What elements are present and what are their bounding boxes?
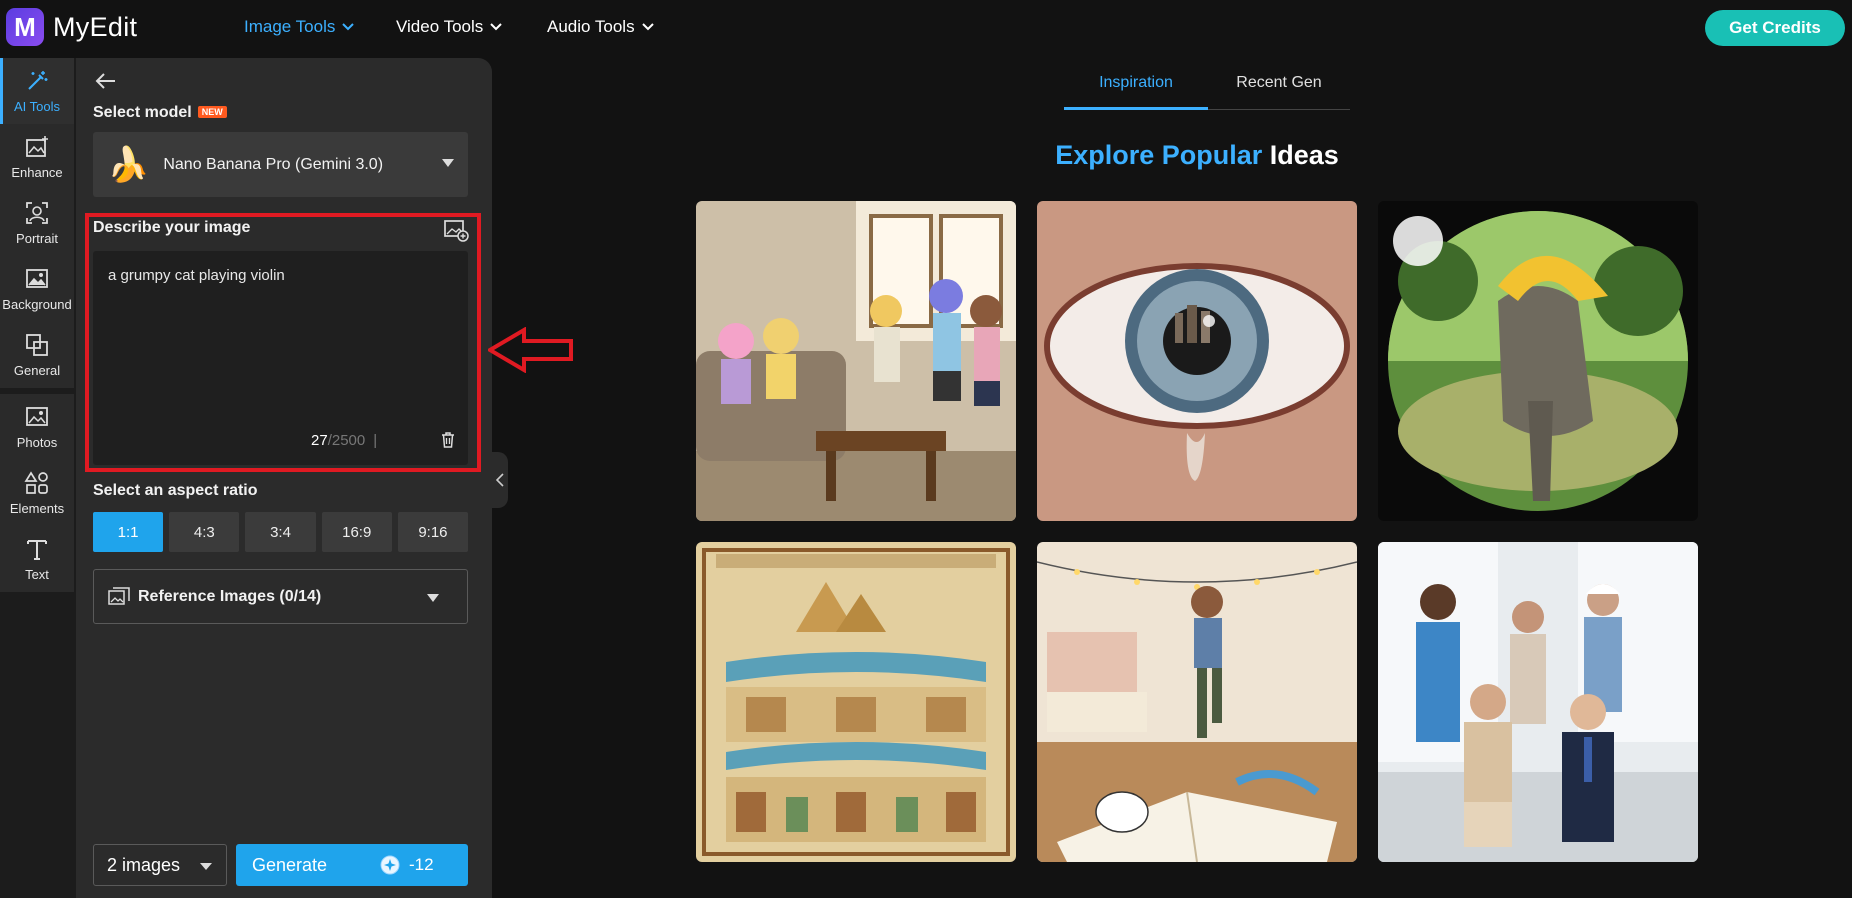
anime-room-image <box>696 201 1016 521</box>
trash-icon[interactable] <box>439 431 457 449</box>
ratio-1-1[interactable]: 1:1 <box>93 512 164 552</box>
select-model-heading: Select model NEW <box>93 104 227 122</box>
model-name: Nano Banana Pro (Gemini 3.0) <box>163 155 384 173</box>
rail-label: AI Tools <box>13 99 60 114</box>
rail-label: General <box>13 363 61 378</box>
new-badge: NEW <box>197 106 227 118</box>
tool-rail: AI Tools Enhance Portrait Background Gen… <box>0 58 76 898</box>
title-part-plain: Ideas <box>1262 140 1339 170</box>
get-credits-button[interactable]: Get Credits <box>1705 10 1845 46</box>
background-icon <box>26 269 48 288</box>
describe-label: Describe your image <box>93 219 251 236</box>
inspiration-image-eye[interactable] <box>1037 201 1357 521</box>
rail-label: Photos <box>16 435 58 450</box>
inspiration-image-egypt[interactable] <box>696 542 1016 862</box>
logo[interactable]: M MyEdit <box>6 8 137 46</box>
rail-label: Background <box>2 297 72 312</box>
title-part-accent: Explore Popular <box>1055 140 1263 170</box>
select-model-label: Select model <box>93 104 192 121</box>
egypt-infographic-image <box>696 542 1016 862</box>
ratio-16-9[interactable]: 16:9 <box>321 512 392 552</box>
image-count-value: 2 images <box>107 854 181 875</box>
aspect-ratio-group: 1:1 4:3 3:4 16:9 9:16 <box>93 512 469 552</box>
reference-images-select[interactable]: Reference Images (0/14) <box>93 569 468 624</box>
rail-item-elements[interactable]: Elements <box>0 460 74 526</box>
aspect-ratio-label: Select an aspect ratio <box>93 482 258 499</box>
nav-video-tools-label: Video Tools <box>396 17 484 36</box>
generate-button[interactable]: Generate -12 <box>236 844 468 886</box>
rail-group-edit: Enhance Portrait Background General <box>0 124 74 388</box>
nav-video-tools[interactable]: Video Tools <box>396 0 502 54</box>
counter-separator: | <box>373 432 378 449</box>
char-max: /2500 <box>327 432 366 449</box>
page-title: Explore Popular Ideas <box>1000 140 1394 171</box>
chevron-left-icon <box>496 473 504 487</box>
nav-audio-tools-label: Audio Tools <box>547 17 635 36</box>
enhance-icon <box>26 136 48 157</box>
rail-item-general[interactable]: General <box>0 322 74 388</box>
chevron-down-icon <box>342 20 355 34</box>
inspiration-image-anime-room[interactable] <box>696 201 1016 521</box>
rail-item-enhance[interactable]: Enhance <box>0 124 74 190</box>
ratio-9-16[interactable]: 9:16 <box>397 512 469 552</box>
prompt-text: a grumpy cat playing violin <box>108 267 285 284</box>
general-icon <box>26 334 48 356</box>
rail-label: Portrait <box>16 231 58 246</box>
red-arrow-icon <box>488 327 573 373</box>
prompt-textarea[interactable]: a grumpy cat playing violin 27/2500 | <box>93 251 468 465</box>
reference-images-label: Reference Images (0/14) <box>138 587 322 605</box>
rail-group-add: Photos Elements Text <box>0 394 74 592</box>
rail-item-text[interactable]: Text <box>0 526 74 592</box>
ratio-3-4[interactable]: 3:4 <box>245 512 316 552</box>
professionals-image <box>1378 542 1698 862</box>
banana-icon: 🍌 <box>107 145 150 184</box>
char-count: 27 <box>311 432 328 449</box>
nav-image-tools-label: Image Tools <box>244 17 336 36</box>
inspiration-image-storybook[interactable] <box>1037 542 1357 862</box>
caret-down-icon <box>442 159 454 167</box>
tab-inspiration[interactable]: Inspiration <box>1064 70 1208 110</box>
nav-audio-tools[interactable]: Audio Tools <box>547 0 654 54</box>
generate-label: Generate <box>252 854 328 875</box>
rail-item-photos[interactable]: Photos <box>0 394 74 460</box>
inspiration-image-fisheye[interactable] <box>1378 201 1698 521</box>
photos-icon <box>26 407 48 426</box>
elements-icon <box>24 471 48 494</box>
fisheye-image <box>1378 201 1698 521</box>
magic-wand-icon <box>28 71 48 90</box>
image-count-select[interactable]: 2 images <box>93 844 227 886</box>
settings-panel: Select model NEW 🍌 Nano Banana Pro (Gemin… <box>76 58 492 898</box>
caret-down-icon <box>427 594 439 602</box>
logo-mark: M <box>6 8 44 46</box>
storybook-image <box>1037 542 1357 862</box>
image-upload-icon[interactable] <box>443 218 469 242</box>
tab-recent-gen[interactable]: Recent Gen <box>1208 70 1350 110</box>
generate-cost: -12 <box>409 855 434 874</box>
inspiration-image-professionals[interactable] <box>1378 542 1698 862</box>
rail-label: Text <box>25 567 49 582</box>
eye-image <box>1037 201 1357 521</box>
rail-item-portrait[interactable]: Portrait <box>0 190 74 256</box>
ratio-4-3[interactable]: 4:3 <box>169 512 240 552</box>
credit-icon <box>380 855 400 875</box>
reference-images-icon <box>108 586 130 605</box>
rail-item-ai-tools[interactable]: AI Tools <box>0 58 74 124</box>
chevron-down-icon <box>490 20 502 34</box>
nav-image-tools[interactable]: Image Tools <box>244 0 355 54</box>
model-select[interactable]: 🍌 Nano Banana Pro (Gemini 3.0) <box>93 132 468 197</box>
chevron-down-icon <box>641 20 654 34</box>
text-icon <box>27 540 47 560</box>
rail-label: Elements <box>9 501 65 516</box>
gallery-tabs: Inspiration Recent Gen <box>1064 70 1350 110</box>
rail-item-background[interactable]: Background <box>0 256 74 322</box>
portrait-icon <box>26 202 48 224</box>
caret-down-icon <box>200 863 212 870</box>
back-arrow-icon[interactable] <box>93 68 119 94</box>
top-bar: M MyEdit Image Tools Video Tools Audio T… <box>0 0 1852 58</box>
rail-label: Enhance <box>11 165 63 180</box>
collapse-panel-button[interactable] <box>492 452 508 508</box>
char-counter: 27/2500 | <box>311 432 377 449</box>
app-name: MyEdit <box>53 11 138 42</box>
